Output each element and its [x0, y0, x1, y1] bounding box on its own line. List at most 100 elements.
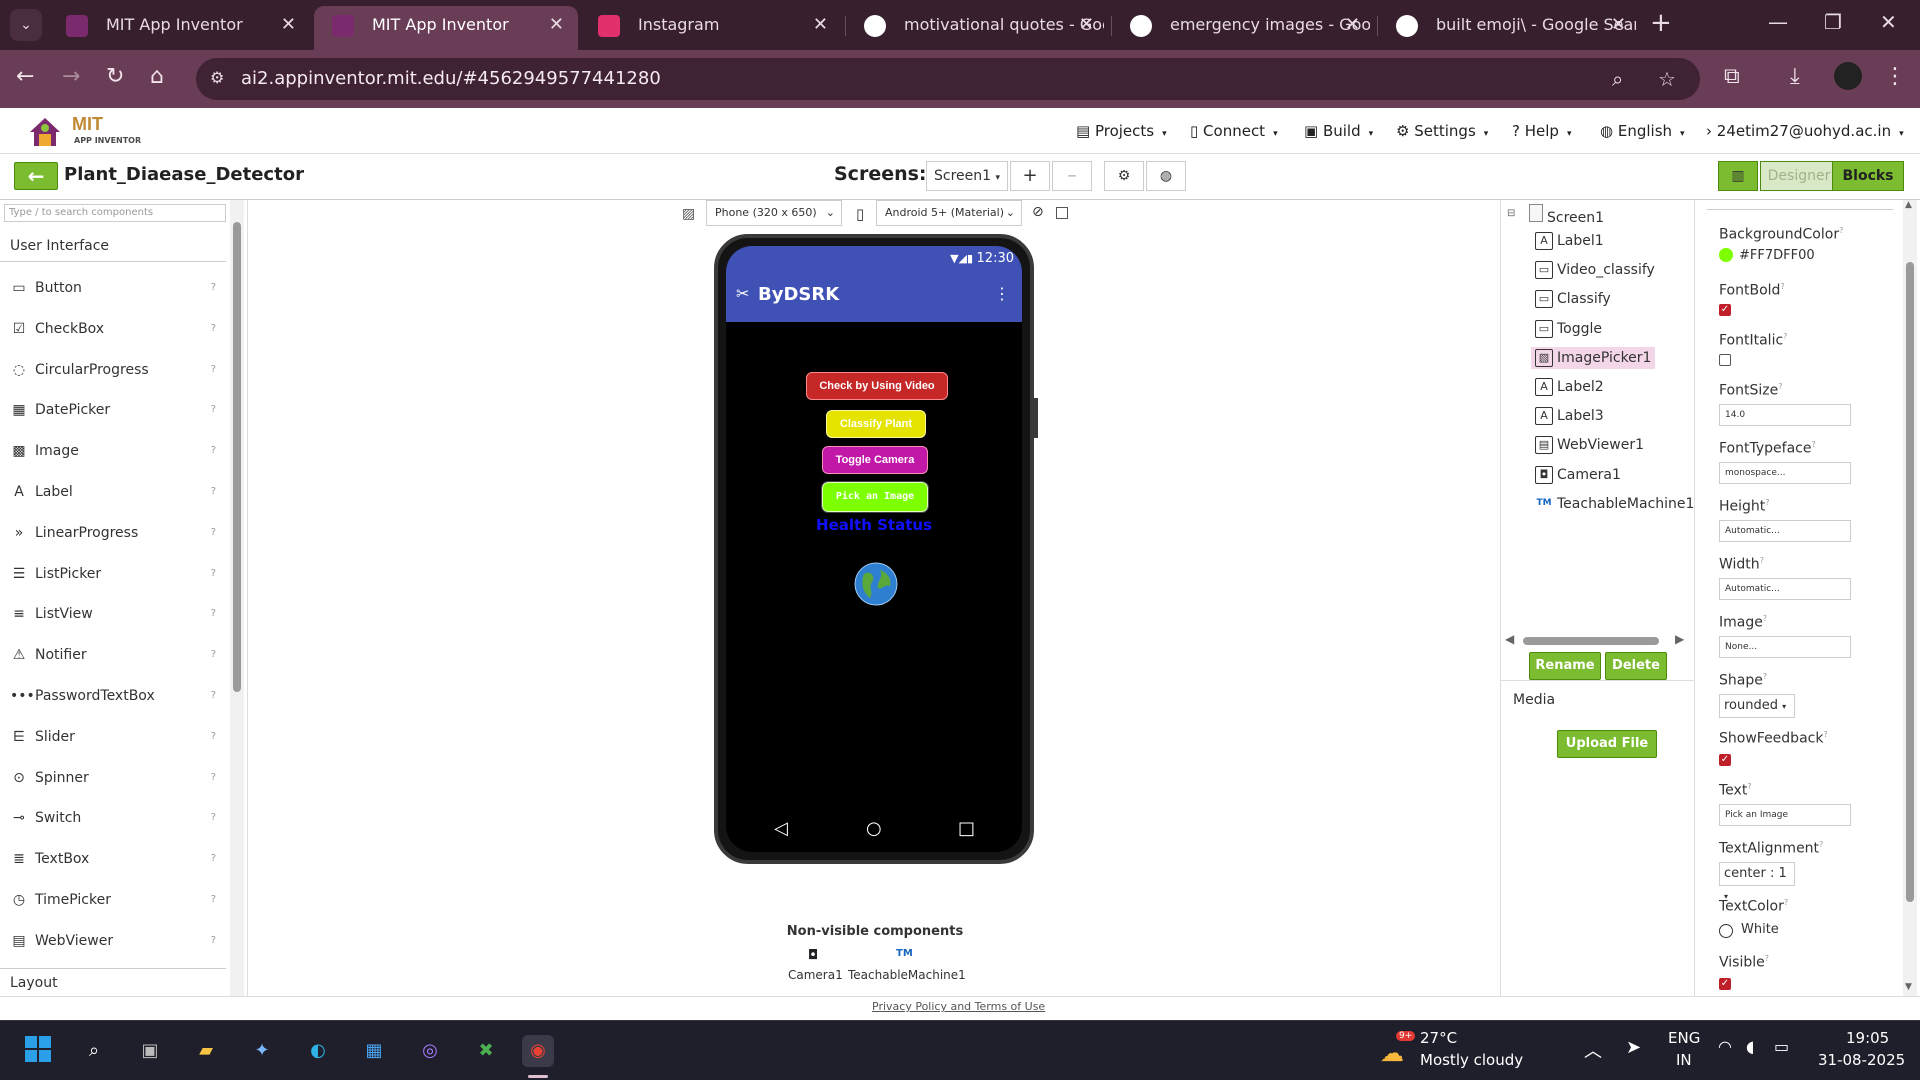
xbox-icon[interactable]: ✖	[470, 1035, 502, 1067]
tree-item-label1[interactable]: A Label1	[1535, 232, 1604, 250]
palette-item-button[interactable]: ▭ Button?	[0, 268, 226, 309]
close-tab-icon[interactable]: ✕	[281, 6, 296, 44]
connect-menu[interactable]: ▯ Connect ▾	[1190, 122, 1278, 140]
tree-item-webviewer1[interactable]: ▤ WebViewer1	[1535, 436, 1644, 455]
tree-item-classify[interactable]: ▭ Classify	[1535, 290, 1611, 309]
image-preview-icon[interactable]: ▨	[682, 206, 695, 222]
edge-icon[interactable]: ◐	[302, 1035, 334, 1067]
browser-tab-4[interactable]: motivational quotes - Goog ✕	[846, 6, 1108, 50]
restore-icon[interactable]: ❐	[1824, 10, 1842, 34]
browser-tab-6[interactable]: built emoji\ - Google Searc ✕	[1378, 6, 1640, 50]
tree-item-teachablemachine1[interactable]: TM TeachableMachine1	[1535, 495, 1694, 513]
volume-icon[interactable]: ◖	[1746, 1037, 1754, 1056]
palette-item-timepicker[interactable]: ◷ TimePicker?	[0, 880, 226, 921]
close-tab-icon[interactable]: ✕	[549, 6, 564, 44]
help-icon[interactable]: ?	[1747, 782, 1751, 791]
weather-temp[interactable]: 27°C	[1420, 1029, 1457, 1047]
palette-item-listpicker[interactable]: ☰ ListPicker?	[0, 554, 226, 595]
prop-value-backgroundcolor[interactable]: #FF7DFF00	[1739, 248, 1815, 263]
tree-scrollbar-thumb[interactable]	[1523, 637, 1659, 645]
project-properties-button[interactable]: ⚙	[1104, 161, 1144, 191]
prop-value-textcolor[interactable]: White	[1741, 922, 1779, 937]
upload-file-button[interactable]: Upload File ...	[1557, 730, 1657, 777]
projects-menu[interactable]: ▤ Projects ▾	[1076, 122, 1167, 140]
download-icon[interactable]: ⤓	[1790, 64, 1800, 89]
width-input[interactable]: Automatic...	[1719, 578, 1851, 600]
mit-app-inventor-logo[interactable]: MIT APP INVENTOR	[26, 112, 146, 150]
scroll-left-icon[interactable]: ◀	[1505, 632, 1514, 646]
palette-item-checkbox[interactable]: ☑ CheckBox?	[0, 309, 226, 350]
weather-desc[interactable]: Mostly cloudy	[1420, 1051, 1523, 1069]
nonvisible-teachable-machine1[interactable]: TeachableMachine1	[848, 968, 966, 982]
help-icon[interactable]: ?	[1765, 954, 1769, 963]
help-icon[interactable]: ?	[1783, 332, 1787, 341]
browser-tab-2-active[interactable]: MIT App Inventor ✕	[314, 6, 578, 50]
reload-icon[interactable]: ↻	[106, 64, 124, 89]
app-icon[interactable]: ◎	[414, 1035, 446, 1067]
designer-button[interactable]: Designer	[1760, 161, 1838, 191]
palette-category-layout[interactable]: Layout	[0, 968, 226, 996]
forward-icon[interactable]: →	[62, 64, 80, 89]
browser-menu-icon[interactable]: ⋮	[1884, 64, 1906, 89]
help-icon[interactable]: ?	[211, 431, 216, 472]
pen-icon[interactable]: ➤	[1626, 1037, 1641, 1058]
palette-item-circularprogress[interactable]: ◌ CircularProgress?	[0, 350, 226, 391]
browser-tab-5[interactable]: emergency images - Goog ✕	[1112, 6, 1374, 50]
camera-icon[interactable]: ◘	[808, 948, 818, 963]
taskbar-date[interactable]: 31-08-2025	[1818, 1051, 1905, 1069]
palette-category-user-interface[interactable]: User Interface	[0, 230, 226, 262]
help-icon[interactable]: ?	[1765, 498, 1769, 507]
help-icon[interactable]: ?	[211, 921, 216, 962]
show-hidden-icons-icon[interactable]: ︿	[1584, 1037, 1602, 1063]
help-icon[interactable]: ?	[1763, 614, 1767, 623]
rename-button[interactable]: Rename	[1529, 652, 1601, 680]
palette-item-slider[interactable]: ⋿ Slider?	[0, 717, 226, 758]
help-icon[interactable]: ?	[211, 268, 216, 309]
help-icon[interactable]: ?	[1811, 440, 1815, 449]
language-menu[interactable]: ◍ English ▾	[1600, 122, 1685, 140]
help-icon[interactable]: ?	[1780, 282, 1784, 291]
task-view-icon[interactable]: ▣	[134, 1035, 166, 1067]
palette-scrollbar-thumb[interactable]	[233, 222, 241, 692]
text-input[interactable]: Pick an Image	[1719, 804, 1851, 826]
help-icon[interactable]: ?	[1760, 556, 1764, 565]
collapse-icon[interactable]: ⊟	[1507, 208, 1515, 219]
palette-scrollbar[interactable]	[230, 200, 244, 996]
height-input[interactable]: Automatic...	[1719, 520, 1851, 542]
copilot-icon[interactable]: ✦	[246, 1035, 278, 1067]
browser-tab-1[interactable]: MIT App Inventor ✕	[48, 6, 310, 50]
fontbold-checkbox[interactable]: ✓	[1719, 304, 1731, 316]
tablet-preview-icon[interactable]: ▯	[856, 205, 864, 223]
fontsize-input[interactable]: 14.0	[1719, 404, 1851, 426]
site-info-icon[interactable]: ⚙	[210, 68, 232, 90]
blocks-button[interactable]: Blocks	[1832, 161, 1904, 191]
check-by-video-button[interactable]: Check by Using Video	[806, 372, 948, 400]
fonttypeface-input[interactable]: monospace...	[1719, 462, 1851, 484]
close-tab-icon[interactable]: ✕	[1079, 6, 1094, 44]
palette-item-linearprogress[interactable]: » LinearProgress?	[0, 513, 226, 554]
close-tab-icon[interactable]: ✕	[1611, 6, 1626, 44]
battery-icon[interactable]: ▭	[1774, 1037, 1789, 1056]
palette-item-switch[interactable]: ⊸ Switch?	[0, 798, 226, 839]
store-icon[interactable]: ▦	[358, 1035, 390, 1067]
help-icon[interactable]: ?	[1823, 730, 1827, 739]
help-icon[interactable]: ?	[211, 798, 216, 839]
palette-item-image[interactable]: ▩ Image?	[0, 431, 226, 472]
browser-tab-3[interactable]: Instagram ✕	[580, 6, 842, 50]
tree-item-toggle[interactable]: ▭ Toggle	[1535, 319, 1602, 338]
palette-item-label[interactable]: A Label?	[0, 472, 226, 513]
help-icon[interactable]: ?	[211, 390, 216, 431]
close-window-icon[interactable]: ✕	[1880, 10, 1897, 34]
tree-item-camera1[interactable]: ◘ Camera1	[1535, 465, 1621, 484]
help-icon[interactable]: ?	[1763, 672, 1767, 681]
back-to-projects-button[interactable]: ←	[14, 162, 58, 190]
scroll-down-icon[interactable]: ▼	[1905, 982, 1912, 992]
scroll-up-icon[interactable]: ▲	[1905, 200, 1912, 210]
color-swatch[interactable]	[1719, 248, 1733, 262]
windows-start-icon[interactable]	[22, 1035, 54, 1067]
search-icon[interactable]: ⌕	[78, 1035, 110, 1067]
build-menu[interactable]: ▣ Build ▾	[1304, 122, 1373, 140]
weather-icon[interactable]: ☁ 9+	[1380, 1031, 1416, 1067]
help-icon[interactable]: ?	[1784, 898, 1788, 907]
settings-menu[interactable]: ⚙ Settings ▾	[1396, 122, 1488, 140]
